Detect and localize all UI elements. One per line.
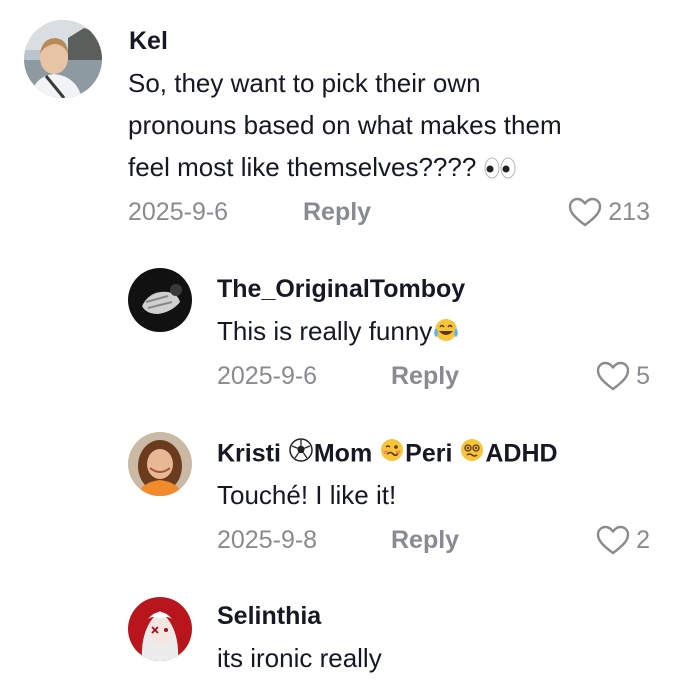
tears-of-joy-emoji <box>432 317 460 343</box>
comment-text: This is really funny <box>217 310 460 352</box>
woozy-face-emoji <box>379 437 405 463</box>
heart-outline-icon <box>596 525 630 555</box>
eyes-emoji <box>484 157 516 179</box>
comment-date: 2025-9-6 <box>217 362 318 390</box>
comment-username[interactable]: Kel <box>129 26 168 56</box>
username-segment: Mom <box>313 439 380 468</box>
comment-text: Touché! I like it! <box>217 480 397 510</box>
comment-text: So, they want to pick their own pronouns… <box>128 62 562 188</box>
like-button[interactable]: 2 <box>596 523 650 557</box>
username-segment: Peri <box>405 439 460 468</box>
avatar[interactable] <box>128 268 192 332</box>
reply-button[interactable]: Reply <box>391 361 459 391</box>
avatar[interactable] <box>128 597 192 661</box>
heart-outline-icon <box>568 197 602 227</box>
comment-text: its ironic really <box>217 643 382 673</box>
username-segment: ADHD <box>485 439 558 468</box>
comment-username[interactable]: Kristi Mom Peri ADHD <box>217 437 558 468</box>
like-button[interactable]: 213 <box>568 195 650 229</box>
comment-text-line: So, they want to pick their own <box>128 68 481 98</box>
soccer-ball-emoji <box>288 437 314 463</box>
heart-outline-icon <box>596 361 630 391</box>
comment-date: 2025-9-6 <box>128 198 229 226</box>
comment-username[interactable]: The_OriginalTomboy <box>217 274 465 304</box>
reply-button[interactable]: Reply <box>303 197 371 227</box>
avatar[interactable] <box>128 432 192 496</box>
comment-text-segment: This is really funny <box>217 316 433 346</box>
like-button[interactable]: 5 <box>596 359 650 393</box>
comment-username[interactable]: Selinthia <box>217 601 321 631</box>
like-count: 5 <box>636 361 650 390</box>
username-segment: Kristi <box>217 439 288 468</box>
comment-text-line: feel most like themselves???? <box>128 146 562 188</box>
like-count: 213 <box>608 197 650 226</box>
avatar[interactable] <box>24 20 102 98</box>
comment-text-line: pronouns based on what makes them <box>128 110 562 140</box>
like-count: 2 <box>636 525 650 554</box>
reply-button[interactable]: Reply <box>391 525 459 555</box>
comment-text-segment: feel most like themselves???? <box>128 152 477 182</box>
comment-date: 2025-9-8 <box>217 526 318 554</box>
dizzy-face-emoji <box>459 437 485 463</box>
